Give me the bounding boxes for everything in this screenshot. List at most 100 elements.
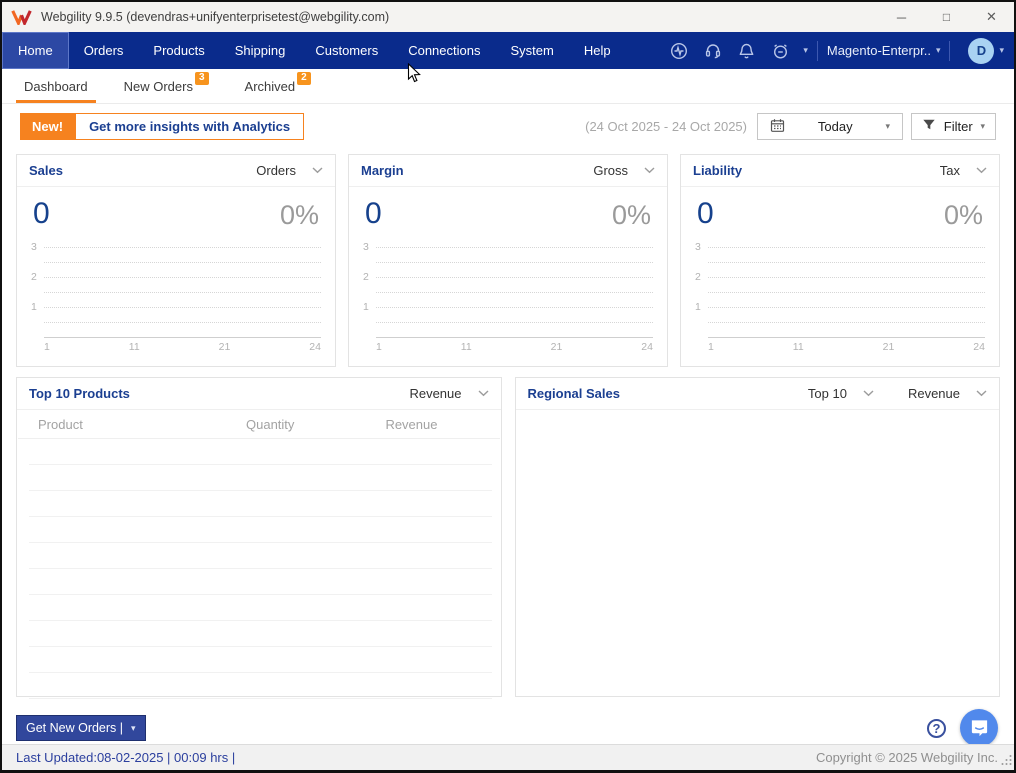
- tab-dashboard[interactable]: Dashboard: [12, 69, 100, 103]
- avatar-caret-down-icon[interactable]: ▾: [999, 45, 1004, 56]
- liability-card: Liability Tax 0 0% 3 2 1: [680, 154, 1000, 367]
- chevron-down-icon: [976, 167, 987, 174]
- table-row: [29, 647, 492, 673]
- chevron-down-icon: [478, 390, 489, 397]
- new-orders-count-badge: 3: [195, 72, 209, 85]
- margin-metric-dropdown[interactable]: Gross: [593, 163, 655, 178]
- margin-card: Margin Gross 0 0% 3 2 1: [348, 154, 668, 367]
- regional-scope-dropdown[interactable]: Top 10: [808, 386, 874, 401]
- minimize-button[interactable]: ─: [879, 2, 924, 32]
- dropdown-value: Revenue: [409, 386, 461, 401]
- margin-chart: 3 2 1 1 11 21 24: [363, 245, 653, 353]
- table-row: [29, 595, 492, 621]
- column-header-quantity: Quantity: [194, 417, 347, 432]
- liability-metric-dropdown[interactable]: Tax: [940, 163, 987, 178]
- sales-chart: 3 2 1 1 11 21 24: [31, 245, 321, 353]
- sales-metric-dropdown[interactable]: Orders: [256, 163, 323, 178]
- lower-panels-row: Top 10 Products Revenue Product Quantity…: [16, 377, 1000, 697]
- table-row: [29, 491, 492, 517]
- nav-item-products[interactable]: Products: [138, 32, 219, 69]
- dropdown-value: Tax: [940, 163, 960, 178]
- archived-count-badge: 2: [297, 72, 311, 85]
- x-tick: 11: [793, 341, 804, 353]
- webgility-logo-icon: [11, 9, 32, 25]
- dropdown-value: Revenue: [908, 386, 960, 401]
- top-products-metric-dropdown[interactable]: Revenue: [409, 386, 488, 401]
- table-row: [29, 517, 492, 543]
- nav-item-orders[interactable]: Orders: [69, 32, 139, 69]
- analytics-button[interactable]: Get more insights with Analytics: [75, 113, 304, 140]
- top-products-title: Top 10 Products: [29, 386, 130, 401]
- date-preset-dropdown[interactable]: Today ▾: [757, 113, 903, 140]
- y-tick: 2: [31, 271, 37, 283]
- y-tick: 2: [695, 271, 701, 283]
- date-range-label: (24 Oct 2025 - 24 Oct 2025): [585, 119, 747, 134]
- alarm-icon[interactable]: [771, 42, 790, 60]
- dropdown-value: Gross: [593, 163, 628, 178]
- nav-item-connections[interactable]: Connections: [393, 32, 495, 69]
- caret-down-icon: ▾: [131, 723, 136, 734]
- bell-icon[interactable]: [738, 42, 755, 60]
- help-icon[interactable]: ?: [927, 719, 946, 738]
- y-tick: 1: [31, 301, 37, 313]
- nav-item-customers[interactable]: Customers: [300, 32, 393, 69]
- y-tick: 3: [31, 241, 37, 253]
- calendar-icon: [770, 118, 785, 136]
- alarm-caret-down-icon[interactable]: ▾: [803, 45, 808, 56]
- x-tick: 21: [551, 341, 563, 353]
- liability-chart: 3 2 1 1 11 21 24: [695, 245, 985, 353]
- resize-grip-icon[interactable]: [1000, 753, 1013, 769]
- maximize-button[interactable]: □: [924, 2, 969, 32]
- dropdown-value: Orders: [256, 163, 296, 178]
- top-products-panel: Top 10 Products Revenue Product Quantity…: [16, 377, 502, 697]
- regional-metric-dropdown[interactable]: Revenue: [908, 386, 987, 401]
- liability-percent: 0%: [944, 202, 983, 229]
- sales-percent: 0%: [280, 202, 319, 229]
- headset-icon[interactable]: [704, 42, 722, 60]
- get-new-orders-button[interactable]: Get New Orders | ▾: [16, 715, 146, 741]
- chevron-down-icon: [312, 167, 323, 174]
- chevron-down-icon: [863, 390, 874, 397]
- user-avatar[interactable]: D: [968, 38, 994, 64]
- table-row: [29, 439, 492, 465]
- regional-sales-panel: Regional Sales Top 10 Revenue: [515, 377, 1001, 697]
- close-button[interactable]: ✕: [969, 2, 1014, 32]
- x-tick: 24: [641, 341, 653, 353]
- last-updated-label: Last Updated:08-02-2025 | 00:09 hrs |: [16, 750, 235, 765]
- x-tick: 24: [309, 341, 321, 353]
- table-row: [29, 673, 492, 699]
- window-title: Webgility 9.9.5 (devendras+unifyenterpri…: [41, 10, 389, 24]
- filter-dropdown[interactable]: Filter ▾: [911, 113, 996, 140]
- nav-item-shipping[interactable]: Shipping: [220, 32, 301, 69]
- tab-label: New Orders: [124, 79, 193, 94]
- tab-archived[interactable]: Archived 2: [233, 69, 323, 103]
- tab-new-orders[interactable]: New Orders 3: [112, 69, 221, 103]
- store-selector[interactable]: Magento-Enterpr..: [827, 43, 931, 58]
- metric-cards-row: Sales Orders 0 0% 3 2 1: [16, 154, 1000, 367]
- tab-bar: Dashboard New Orders 3 Archived 2: [2, 69, 1014, 104]
- x-tick: 1: [708, 341, 714, 353]
- top-products-rows: [17, 439, 501, 699]
- sales-value: 0: [33, 199, 50, 229]
- y-tick: 3: [363, 241, 369, 253]
- chevron-down-icon: [976, 390, 987, 397]
- y-tick: 1: [363, 301, 369, 313]
- caret-down-icon: ▾: [885, 121, 890, 132]
- nav-item-home[interactable]: Home: [2, 32, 69, 69]
- tab-label: Dashboard: [24, 79, 88, 94]
- activity-icon[interactable]: [670, 42, 688, 60]
- x-tick: 21: [883, 341, 895, 353]
- y-tick: 2: [363, 271, 369, 283]
- store-caret-down-icon[interactable]: ▾: [936, 45, 941, 56]
- status-bar: Last Updated:08-02-2025 | 00:09 hrs | Co…: [2, 744, 1014, 770]
- x-tick: 24: [973, 341, 985, 353]
- nav-item-help[interactable]: Help: [569, 32, 626, 69]
- chat-icon[interactable]: [960, 709, 998, 747]
- tab-label: Archived: [245, 79, 296, 94]
- filter-label: Filter: [944, 119, 973, 134]
- dropdown-value: Top 10: [808, 386, 847, 401]
- nav-item-system[interactable]: System: [495, 32, 568, 69]
- table-row: [29, 569, 492, 595]
- nav-divider: [949, 41, 950, 61]
- get-new-orders-label: Get New Orders |: [26, 721, 123, 735]
